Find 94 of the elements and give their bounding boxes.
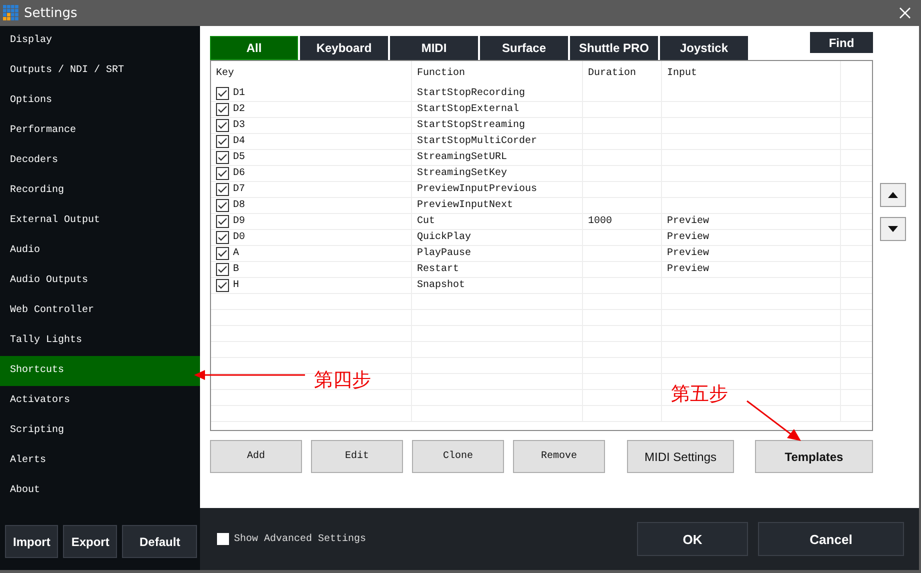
table-cell: StartStopRecording xyxy=(417,88,526,99)
sidebar-item[interactable]: Audio xyxy=(0,236,200,266)
sidebar-button[interactable]: Import xyxy=(5,525,58,558)
checkbox[interactable] xyxy=(216,167,229,180)
table-cell: QuickPlay xyxy=(417,232,472,243)
table-cell: Preview xyxy=(667,232,710,243)
table-cell: D0 xyxy=(233,232,246,243)
sidebar-item[interactable]: Performance xyxy=(0,116,200,146)
table-cell: D3 xyxy=(233,120,246,131)
sidebar-item[interactable]: Tally Lights xyxy=(0,326,200,356)
action-button[interactable]: Add xyxy=(210,440,302,473)
find-button[interactable]: Find xyxy=(810,32,873,53)
midi-settings-button[interactable]: MIDI Settings xyxy=(627,440,734,473)
checkbox-label: Show Advanced Settings xyxy=(234,534,366,544)
table-cell: PlayPause xyxy=(417,248,472,259)
tab[interactable]: Keyboard xyxy=(300,36,388,60)
checkbox[interactable] xyxy=(216,151,229,164)
caret-down-icon xyxy=(888,226,898,232)
table-cell: D1 xyxy=(233,88,246,99)
table-cell: D6 xyxy=(233,168,246,179)
action-button[interactable]: Remove xyxy=(513,440,605,473)
table-cell: StartStopStreaming xyxy=(417,120,526,131)
table-cell: B xyxy=(233,264,240,275)
tab[interactable]: All xyxy=(210,36,298,60)
sidebar-item[interactable]: Decoders xyxy=(0,146,200,176)
sidebar-item[interactable]: Alerts xyxy=(0,446,200,476)
sidebar-item[interactable]: Shortcuts xyxy=(0,356,200,386)
table-cell: Cut xyxy=(417,216,436,227)
checkbox[interactable] xyxy=(216,183,229,196)
table-cell: StreamingSetKey xyxy=(417,168,508,179)
close-icon[interactable] xyxy=(899,7,911,19)
checkbox[interactable] xyxy=(216,279,229,292)
table-cell: A xyxy=(233,248,240,259)
checkbox[interactable] xyxy=(217,533,229,545)
checkbox[interactable] xyxy=(216,231,229,244)
column-header: Key xyxy=(211,61,412,86)
table-cell: StreamingSetURL xyxy=(417,152,508,163)
table-cell: 1000 xyxy=(588,216,612,227)
table-cell: Preview xyxy=(667,264,710,275)
checkbox[interactable] xyxy=(216,135,229,148)
annotation-text: 第四步 xyxy=(314,368,371,392)
tab[interactable]: Shuttle PRO xyxy=(570,36,658,60)
table-cell: StartStopExternal xyxy=(417,104,520,115)
move-down-button[interactable] xyxy=(880,217,906,241)
sidebar-button[interactable]: Export xyxy=(63,525,118,558)
table-cell: Snapshot xyxy=(417,280,466,291)
action-button[interactable]: Edit xyxy=(311,440,403,473)
checkbox[interactable] xyxy=(216,247,229,260)
sidebar-button[interactable]: Default xyxy=(122,525,198,558)
tab[interactable]: Surface xyxy=(480,36,568,60)
table-cell: PreviewInputPrevious xyxy=(417,184,538,195)
sidebar-item[interactable]: About xyxy=(0,476,200,506)
table-cell: Restart xyxy=(417,264,460,275)
annotation-text: 第五步 xyxy=(671,382,728,406)
table-cell: D7 xyxy=(233,184,246,195)
table-cell: D8 xyxy=(233,200,246,211)
caret-up-icon xyxy=(888,192,898,198)
annotation-arrow xyxy=(746,400,802,442)
checkbox[interactable] xyxy=(216,263,229,276)
sidebar-item[interactable]: Audio Outputs xyxy=(0,266,200,296)
templates-button[interactable]: Templates xyxy=(755,440,873,473)
table-cell: Preview xyxy=(667,248,710,259)
table-cell: StartStopMultiCorder xyxy=(417,136,538,147)
checkbox[interactable] xyxy=(216,103,229,116)
table-cell: D9 xyxy=(233,216,246,227)
checkbox[interactable] xyxy=(216,199,229,212)
sidebar-item[interactable]: Activators xyxy=(0,386,200,416)
table-cell: D5 xyxy=(233,152,246,163)
checkbox[interactable] xyxy=(216,215,229,228)
action-button[interactable]: Clone xyxy=(412,440,504,473)
ok-button[interactable]: OK xyxy=(637,522,748,556)
sidebar-item[interactable]: Web Controller xyxy=(0,296,200,326)
table-cell: H xyxy=(233,280,240,291)
cancel-button[interactable]: Cancel xyxy=(758,522,904,556)
sidebar-item[interactable]: Scripting xyxy=(0,416,200,446)
column-header: Function xyxy=(412,61,583,86)
window-title: Settings xyxy=(24,6,78,20)
column-header: Input xyxy=(662,61,841,86)
table-cell: D2 xyxy=(233,104,246,115)
tab[interactable]: Joystick xyxy=(660,36,748,60)
table-cell: Preview xyxy=(667,216,710,227)
sidebar-item[interactable]: Recording xyxy=(0,176,200,206)
checkbox[interactable] xyxy=(216,87,229,100)
checkbox[interactable] xyxy=(216,119,229,132)
table-cell: PreviewInputNext xyxy=(417,200,514,211)
tab[interactable]: MIDI xyxy=(390,36,478,60)
table-cell: D4 xyxy=(233,136,246,147)
sidebar-item[interactable]: Outputs / NDI / SRT xyxy=(0,56,200,86)
column-header: Duration xyxy=(583,61,662,86)
sidebar-item[interactable]: External Output xyxy=(0,206,200,236)
sidebar-item[interactable]: Options xyxy=(0,86,200,116)
app-logo-icon xyxy=(3,5,19,21)
sidebar-item[interactable]: Display xyxy=(0,26,200,56)
move-up-button[interactable] xyxy=(880,183,906,207)
